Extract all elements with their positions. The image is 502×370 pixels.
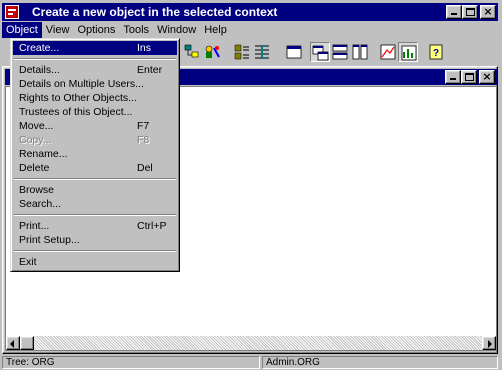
toolbar-cascade-button[interactable] <box>310 42 330 62</box>
maximize-icon <box>465 73 474 81</box>
minimize-button[interactable] <box>446 5 462 19</box>
chart-icon <box>380 44 396 60</box>
toolbar-tree-button[interactable] <box>182 42 202 62</box>
menu-move-label: Move... <box>19 120 54 132</box>
window-title: Create a new object in the selected cont… <box>32 5 278 19</box>
help-icon: ? <box>429 44 443 60</box>
menu-details-label: Details... <box>19 64 60 76</box>
minimize-icon <box>451 13 457 15</box>
chart-alt-icon <box>401 45 417 61</box>
arrow-right-icon <box>488 340 492 348</box>
child-close-button[interactable]: × <box>479 70 495 84</box>
menu-separator <box>13 175 177 183</box>
menu-move-shortcut: F7 <box>137 120 150 132</box>
menu-tools[interactable]: Tools <box>119 22 153 38</box>
close-button[interactable]: × <box>480 5 496 19</box>
menu-trustees-label: Trustees of this Object... <box>19 106 133 118</box>
menu-search-label: Search... <box>19 198 62 210</box>
cascade-icon <box>312 45 329 61</box>
tree-icon <box>184 44 199 58</box>
menu-move[interactable]: Move... F7 <box>13 119 177 133</box>
status-user: Admin.ORG <box>262 356 498 369</box>
menu-exit[interactable]: Exit <box>13 255 177 269</box>
svg-text:?: ? <box>433 48 439 59</box>
menu-window[interactable]: Window <box>153 22 200 38</box>
menu-print-label: Print... <box>19 220 50 232</box>
menu-details-multiple-users[interactable]: Details on Multiple Users... <box>13 77 177 91</box>
menu-print-setup-label: Print Setup... <box>19 234 80 246</box>
toolbar-tile-button[interactable] <box>350 42 370 62</box>
menu-exit-label: Exit <box>19 256 37 268</box>
toolbar-chart-button[interactable] <box>378 42 398 62</box>
window-icon <box>286 45 302 59</box>
close-icon: × <box>483 5 493 18</box>
status-tree: Tree: ORG <box>2 356 260 369</box>
toolbar-tile-h-button[interactable] <box>330 42 350 62</box>
horizontal-scrollbar[interactable] <box>6 336 496 350</box>
child-minimize-button[interactable] <box>445 70 461 84</box>
menu-bar: Object View Options Tools Window Help <box>2 22 498 38</box>
close-icon: × <box>482 70 492 83</box>
child-maximize-button[interactable] <box>461 70 477 84</box>
toolbar-help-button[interactable]: ? <box>426 42 446 62</box>
menu-create-shortcut: Ins <box>137 42 152 54</box>
menu-delete-shortcut: Del <box>137 162 153 174</box>
menu-separator <box>13 211 177 219</box>
scroll-thumb[interactable] <box>20 336 34 350</box>
scroll-right-button[interactable] <box>482 336 496 350</box>
maximize-icon <box>466 8 475 16</box>
title-bar[interactable]: Create a new object in the selected cont… <box>2 3 498 21</box>
object-menu-dropdown: Create... Ins Details... Enter Details on … <box>10 38 180 272</box>
menu-copy-label: Copy... <box>19 134 52 146</box>
menu-details-shortcut: Enter <box>137 64 163 76</box>
menu-trustees[interactable]: Trustees of this Object... <box>13 105 177 119</box>
menu-view[interactable]: View <box>42 22 74 38</box>
menu-help[interactable]: Help <box>200 22 231 38</box>
menu-separator <box>13 55 177 63</box>
tile-icon <box>352 44 368 60</box>
tile-horizontal-icon <box>332 44 348 60</box>
menu-rights-other-objects[interactable]: Rights to Other Objects... <box>13 91 177 105</box>
menu-details[interactable]: Details... Enter <box>13 63 177 77</box>
menu-object[interactable]: Object <box>2 22 42 38</box>
menu-rename-label: Rename... <box>19 148 68 160</box>
users-icon <box>205 45 220 58</box>
netware-administrator-icon[interactable] <box>5 5 19 19</box>
menu-create[interactable]: Create... Ins <box>13 41 177 55</box>
maximize-button[interactable] <box>462 5 478 19</box>
grid-view-icon <box>234 44 249 60</box>
menu-options[interactable]: Options <box>73 22 119 38</box>
menu-search[interactable]: Search... <box>13 197 177 211</box>
toolbar-list-view-button[interactable] <box>252 42 272 62</box>
menu-browse[interactable]: Browse <box>13 183 177 197</box>
menu-rename[interactable]: Rename... <box>13 147 177 161</box>
minimize-icon <box>450 78 456 80</box>
menu-print[interactable]: Print... Ctrl+P <box>13 219 177 233</box>
toolbar-window-button[interactable] <box>284 42 304 62</box>
toolbar-grid-view-button[interactable] <box>232 42 252 62</box>
menu-print-shortcut: Ctrl+P <box>137 220 167 232</box>
menu-separator <box>13 247 177 255</box>
toolbar-chart-alt-button[interactable] <box>398 42 418 62</box>
menu-delete-label: Delete <box>19 162 50 174</box>
menu-details-multiple-users-label: Details on Multiple Users... <box>19 78 144 90</box>
menu-copy-shortcut: F8 <box>137 134 150 146</box>
status-bar: Tree: ORG Admin.ORG <box>2 356 498 369</box>
menu-copy: Copy... F8 <box>13 133 177 147</box>
menu-print-setup[interactable]: Print Setup... <box>13 233 177 247</box>
toolbar-users-button[interactable] <box>202 42 222 62</box>
scroll-left-button[interactable] <box>6 336 20 350</box>
menu-delete[interactable]: Delete Del <box>13 161 177 175</box>
list-view-icon <box>255 45 269 59</box>
menu-create-label: Create... <box>19 42 60 54</box>
menu-rights-label: Rights to Other Objects... <box>19 92 137 104</box>
menu-browse-label: Browse <box>19 184 55 196</box>
arrow-left-icon <box>10 340 14 348</box>
